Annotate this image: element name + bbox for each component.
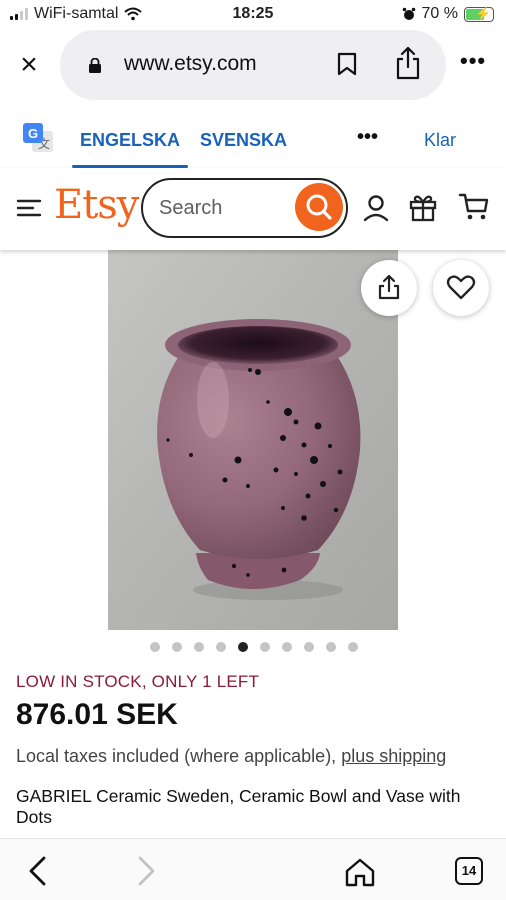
bookmark-icon[interactable] xyxy=(336,52,358,76)
translate-done-button[interactable]: Klar xyxy=(424,130,456,151)
gallery-dot[interactable] xyxy=(216,642,226,652)
menu-icon[interactable] xyxy=(16,198,42,218)
charging-bolt-icon: ⚡ xyxy=(475,5,492,21)
translate-more-button[interactable]: ••• xyxy=(357,126,378,149)
product-photo-vase[interactable] xyxy=(108,250,398,630)
forward-arrow-icon[interactable] xyxy=(134,855,158,887)
home-icon[interactable] xyxy=(344,857,376,887)
gallery-dot[interactable] xyxy=(282,642,292,652)
gallery-dot[interactable] xyxy=(348,642,358,652)
share-icon xyxy=(378,274,400,300)
battery-icon: ⚡ xyxy=(464,5,494,22)
gallery-dot[interactable] xyxy=(304,642,314,652)
gallery-dot[interactable] xyxy=(150,642,160,652)
gallery-dot[interactable] xyxy=(238,642,248,652)
more-menu-button[interactable]: ••• xyxy=(460,48,486,74)
translate-bar: 文 G ENGELSKA SVENSKA ••• Klar xyxy=(0,102,506,168)
tax-note: Local taxes included (where applicable),… xyxy=(16,746,446,767)
alarm-icon xyxy=(402,7,415,20)
gallery-dot[interactable] xyxy=(260,642,270,652)
gallery-dot[interactable] xyxy=(326,642,336,652)
close-button[interactable]: × xyxy=(14,50,44,80)
listing-title: GABRIEL Ceramic Sweden, Ceramic Bowl and… xyxy=(16,786,461,827)
tab-english[interactable]: ENGELSKA xyxy=(80,130,180,151)
browser-bar: × www.etsy.com ••• xyxy=(0,30,506,102)
search-input[interactable] xyxy=(159,194,289,222)
search-box xyxy=(141,178,348,238)
google-translate-icon: 文 G xyxy=(23,123,53,152)
share-listing-button[interactable] xyxy=(361,260,417,316)
search-button[interactable] xyxy=(295,183,343,231)
address-bar[interactable]: www.etsy.com xyxy=(60,30,446,100)
gallery-pagination[interactable] xyxy=(150,642,358,652)
url-text: www.etsy.com xyxy=(124,52,257,75)
price: 876.01 SEK xyxy=(16,698,178,731)
shipping-link[interactable]: plus shipping xyxy=(341,746,446,766)
status-right: 70 % ⚡ xyxy=(402,5,494,23)
back-arrow-icon[interactable] xyxy=(26,855,50,887)
status-bar: WiFi-samtal 18:25 70 % ⚡ xyxy=(0,0,506,30)
account-icon[interactable] xyxy=(363,194,389,222)
battery-percent: 70 % xyxy=(421,5,458,22)
etsy-header: Etsy xyxy=(0,168,506,250)
tabs-button[interactable]: 14 xyxy=(455,857,483,885)
product-gallery[interactable] xyxy=(0,250,506,630)
etsy-logo[interactable]: Etsy xyxy=(54,182,139,228)
svg-text:G: G xyxy=(28,126,38,141)
tab-swedish[interactable]: SVENSKA xyxy=(200,130,287,151)
gallery-dot[interactable] xyxy=(194,642,204,652)
lock-icon xyxy=(89,58,101,73)
favorite-button[interactable] xyxy=(433,260,489,316)
search-icon xyxy=(306,194,332,220)
browser-toolbar: 14 xyxy=(0,838,506,900)
gift-icon[interactable] xyxy=(408,192,438,222)
stock-status: LOW IN STOCK, ONLY 1 LEFT xyxy=(16,672,260,691)
tax-text: Local taxes included (where applicable), xyxy=(16,746,342,766)
cart-icon[interactable] xyxy=(458,192,490,222)
heart-icon xyxy=(446,275,476,300)
share-icon[interactable] xyxy=(394,46,422,80)
gallery-dot[interactable] xyxy=(172,642,182,652)
